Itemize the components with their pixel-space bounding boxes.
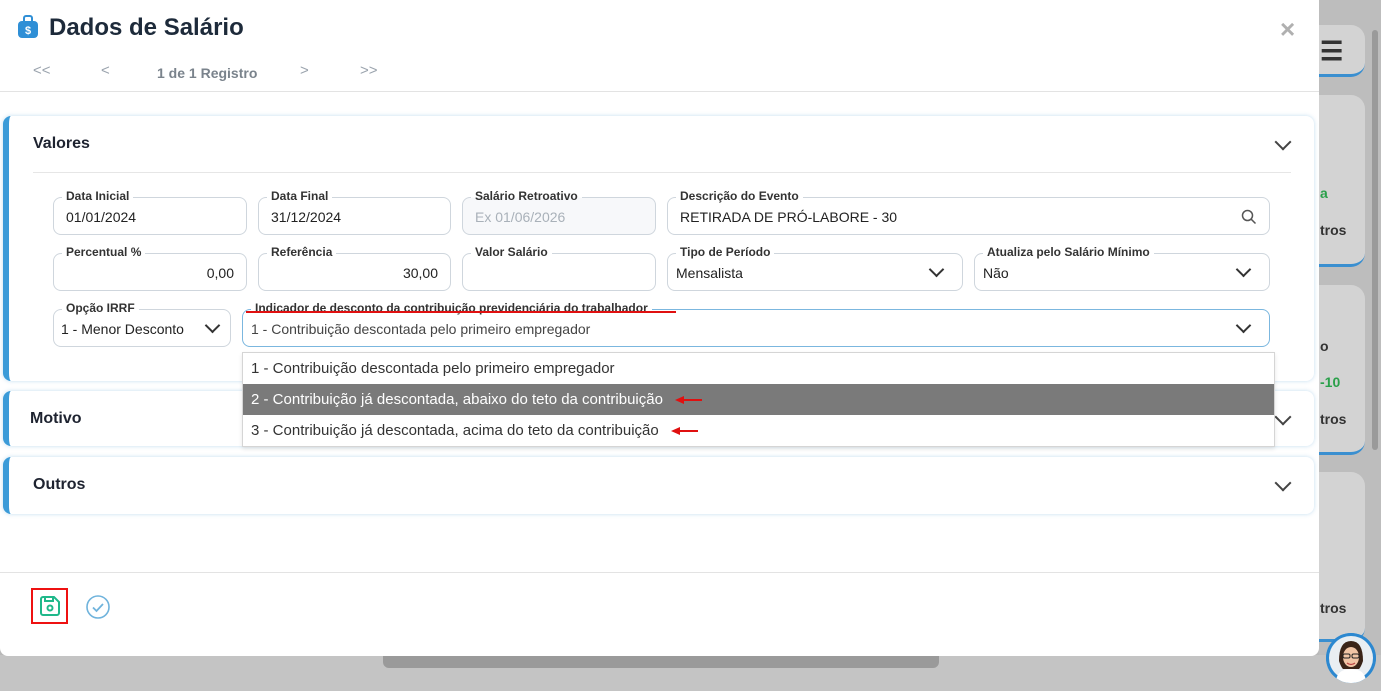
- tipo-periodo-value: Mensalista: [676, 265, 743, 281]
- background-card-3-text: tros: [1320, 600, 1347, 616]
- dropdown-option-3-label: 3 - Contribuição já descontada, acima do…: [251, 422, 659, 439]
- section-divider: [33, 172, 1291, 173]
- atualiza-salario-minimo-label: Atualiza pelo Salário Mínimo: [983, 245, 1154, 259]
- referencia-label: Referência: [267, 245, 337, 259]
- opcao-irrf-value: 1 - Menor Desconto: [61, 321, 184, 337]
- salario-retroativo-label: Salário Retroativo: [471, 189, 582, 203]
- prev-record-button[interactable]: <: [101, 62, 110, 79]
- valor-salario-label: Valor Salário: [471, 245, 552, 259]
- salario-retroativo-field[interactable]: Salário Retroativo Ex 01/06/2026: [462, 189, 656, 235]
- annotation-arrow-icon: [675, 396, 703, 405]
- close-button[interactable]: ×: [1280, 14, 1295, 45]
- background-card-2-text: o: [1320, 338, 1329, 354]
- percentual-label: Percentual %: [62, 245, 146, 259]
- descricao-evento-label: Descrição do Evento: [676, 189, 803, 203]
- annotation-arrow-icon: [670, 427, 698, 436]
- section-motivo-title[interactable]: Motivo: [30, 410, 82, 428]
- footer-divider: [0, 572, 1319, 573]
- salary-data-modal: $ Dados de Salário × << < 1 de 1 Registr…: [0, 0, 1319, 656]
- descricao-evento-field[interactable]: Descrição do Evento RETIRADA DE PRÓ-LABO…: [667, 189, 1270, 235]
- dropdown-option-1[interactable]: 1 - Contribuição descontada pelo primeir…: [243, 353, 1274, 384]
- modal-title: Dados de Salário: [49, 14, 244, 41]
- last-record-button[interactable]: >>: [360, 62, 378, 79]
- percentual-field[interactable]: Percentual % 0,00: [53, 245, 247, 291]
- data-final-label: Data Final: [267, 189, 333, 203]
- descricao-evento-value: RETIRADA DE PRÓ-LABORE - 30: [680, 209, 898, 225]
- record-counter: 1 de 1 Registro: [157, 65, 258, 81]
- chevron-down-icon[interactable]: [1274, 408, 1292, 426]
- section-valores-title[interactable]: Valores: [33, 135, 90, 153]
- data-inicial-value: 01/01/2024: [66, 209, 137, 225]
- dropdown-option-1-label: 1 - Contribuição descontada pelo primeir…: [251, 360, 615, 377]
- page-scrollbar[interactable]: [1372, 30, 1378, 450]
- annotation-underline: [246, 311, 676, 313]
- svg-text:$: $: [25, 25, 31, 37]
- chevron-down-icon: [928, 261, 945, 278]
- data-inicial-field[interactable]: Data Inicial 01/01/2024: [53, 189, 247, 235]
- data-inicial-label: Data Inicial: [62, 189, 134, 203]
- opcao-irrf-select[interactable]: Opção IRRF 1 - Menor Desconto: [53, 301, 231, 347]
- section-outros-title[interactable]: Outros: [33, 476, 85, 494]
- dropdown-option-2[interactable]: 2 - Contribuição já descontada, abaixo d…: [243, 384, 1274, 415]
- money-bag-icon: $: [18, 15, 38, 38]
- tipo-periodo-select[interactable]: Tipo de Período Mensalista: [667, 245, 963, 291]
- referencia-value: 30,00: [402, 265, 438, 281]
- atualiza-salario-minimo-value: Não: [983, 265, 1009, 281]
- salario-retroativo-placeholder: Ex 01/06/2026: [475, 209, 566, 225]
- dropdown-option-2-label: 2 - Contribuição já descontada, abaixo d…: [251, 391, 663, 408]
- atualiza-salario-minimo-select[interactable]: Atualiza pelo Salário Mínimo Não: [974, 245, 1270, 291]
- person-avatar-icon: [1326, 633, 1376, 683]
- menu-icon: ☰: [1320, 36, 1344, 66]
- referencia-field[interactable]: Referência 30,00: [258, 245, 451, 291]
- indicador-desconto-value: 1 - Contribuição descontada pelo primeir…: [251, 321, 591, 337]
- chevron-down-icon[interactable]: [1274, 474, 1292, 492]
- data-final-field[interactable]: Data Final 31/12/2024: [258, 189, 451, 235]
- valor-salario-field[interactable]: Valor Salário: [462, 245, 656, 291]
- data-final-value: 31/12/2024: [271, 209, 342, 225]
- dropdown-option-3[interactable]: 3 - Contribuição já descontada, acima do…: [243, 415, 1274, 446]
- save-icon: [39, 596, 60, 616]
- search-icon[interactable]: [1241, 209, 1257, 225]
- background-card-2-text2: tros: [1320, 411, 1347, 427]
- indicador-desconto-dropdown: 1 - Contribuição descontada pelo primeir…: [242, 352, 1275, 447]
- opcao-irrf-label: Opção IRRF: [62, 301, 139, 315]
- chevron-down-icon: [1235, 317, 1252, 334]
- percentual-value: 0,00: [206, 265, 234, 281]
- chevron-down-icon: [1235, 261, 1252, 278]
- background-scroll-track[interactable]: [383, 656, 939, 668]
- first-record-button[interactable]: <<: [33, 62, 51, 79]
- tipo-periodo-label: Tipo de Período: [676, 245, 775, 259]
- next-record-button[interactable]: >: [300, 62, 309, 79]
- assistant-avatar[interactable]: [1326, 633, 1376, 683]
- header-divider: [0, 91, 1319, 92]
- chevron-down-icon[interactable]: [1274, 133, 1292, 151]
- chevron-down-icon: [204, 317, 221, 334]
- indicador-desconto-select[interactable]: Indicador de desconto da contribuição pr…: [242, 301, 1270, 347]
- background-card-2-value: -10: [1320, 374, 1341, 390]
- section-outros: Outros: [3, 457, 1314, 514]
- save-button[interactable]: [31, 588, 68, 624]
- background-card-1-text: a: [1320, 185, 1328, 201]
- confirm-check-icon[interactable]: [85, 594, 111, 620]
- background-card-1-text2: tros: [1320, 222, 1347, 238]
